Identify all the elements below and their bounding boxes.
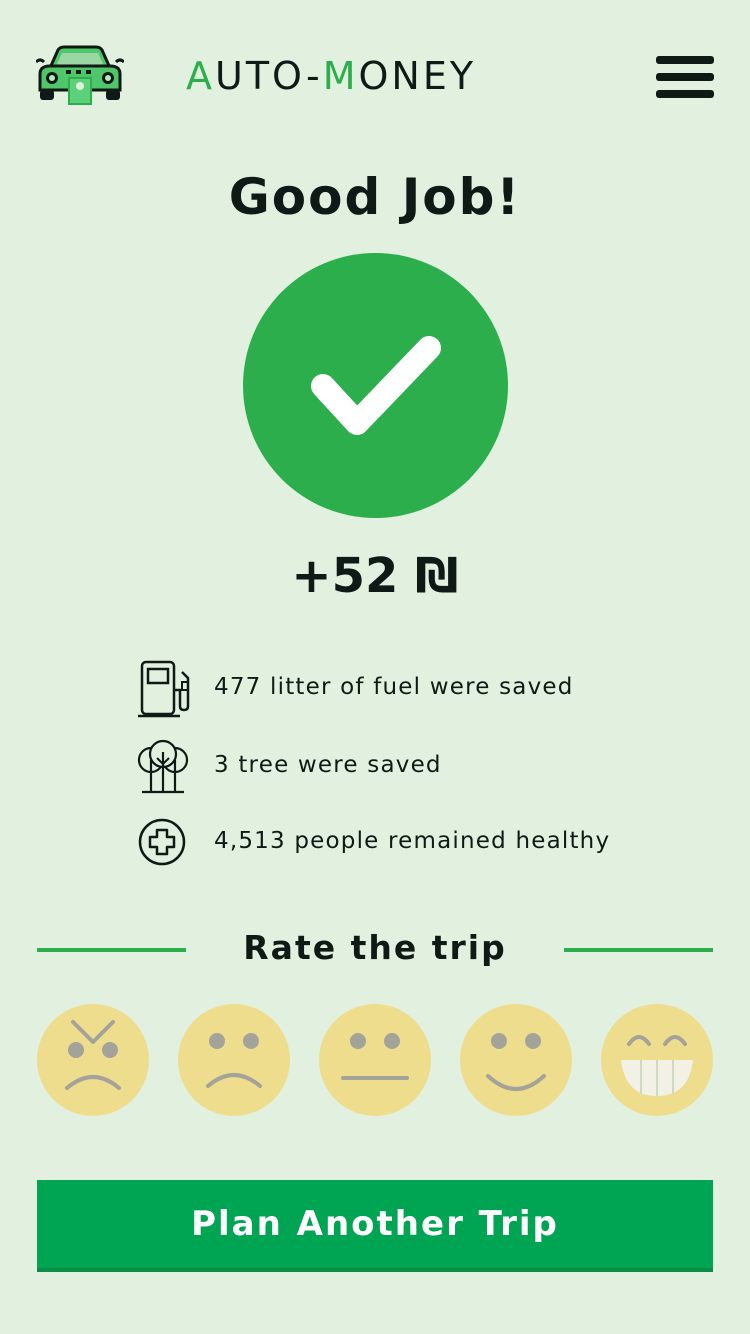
fuel-pump-icon [136, 660, 190, 720]
stat-trees-saved: 3 tree were saved [136, 738, 696, 798]
brand-letters-o-dash: O- [272, 54, 323, 98]
plan-another-trip-button[interactable]: Plan Another Trip [37, 1180, 713, 1272]
brand-logo: AUTO-MONEY [186, 56, 580, 96]
brand-letters-oney: ONEY [358, 54, 477, 98]
stat-trees-text: 3 tree were saved [214, 752, 442, 778]
trees-icon [136, 738, 190, 798]
stat-people-text: 4,513 people remained healthy [214, 828, 611, 854]
neutral-face-icon[interactable] [319, 1004, 431, 1116]
angry-face-icon[interactable] [37, 1004, 149, 1116]
hamburger-menu-icon[interactable] [656, 56, 714, 98]
smile-face-icon[interactable] [460, 1004, 572, 1116]
page-title: Good Job! [228, 168, 522, 226]
brand-letter-m: M [322, 54, 359, 98]
stat-fuel-saved: 477 litter of fuel were saved [136, 660, 696, 720]
check-circle-icon [243, 253, 508, 518]
stat-fuel-text: 477 litter of fuel were saved [214, 674, 574, 700]
sad-face-icon[interactable] [178, 1004, 290, 1116]
stat-people-healthy: 4,513 people remained healthy [136, 814, 696, 874]
grin-face-icon[interactable] [601, 1004, 713, 1116]
brand-letters-ut: UT [215, 54, 273, 98]
health-cross-icon [136, 814, 190, 874]
brand-letter-a: A [186, 54, 215, 98]
car-money-icon [34, 44, 126, 108]
earned-amount: +52 ₪ [291, 548, 459, 604]
rate-title: Rate the trip [243, 928, 507, 967]
